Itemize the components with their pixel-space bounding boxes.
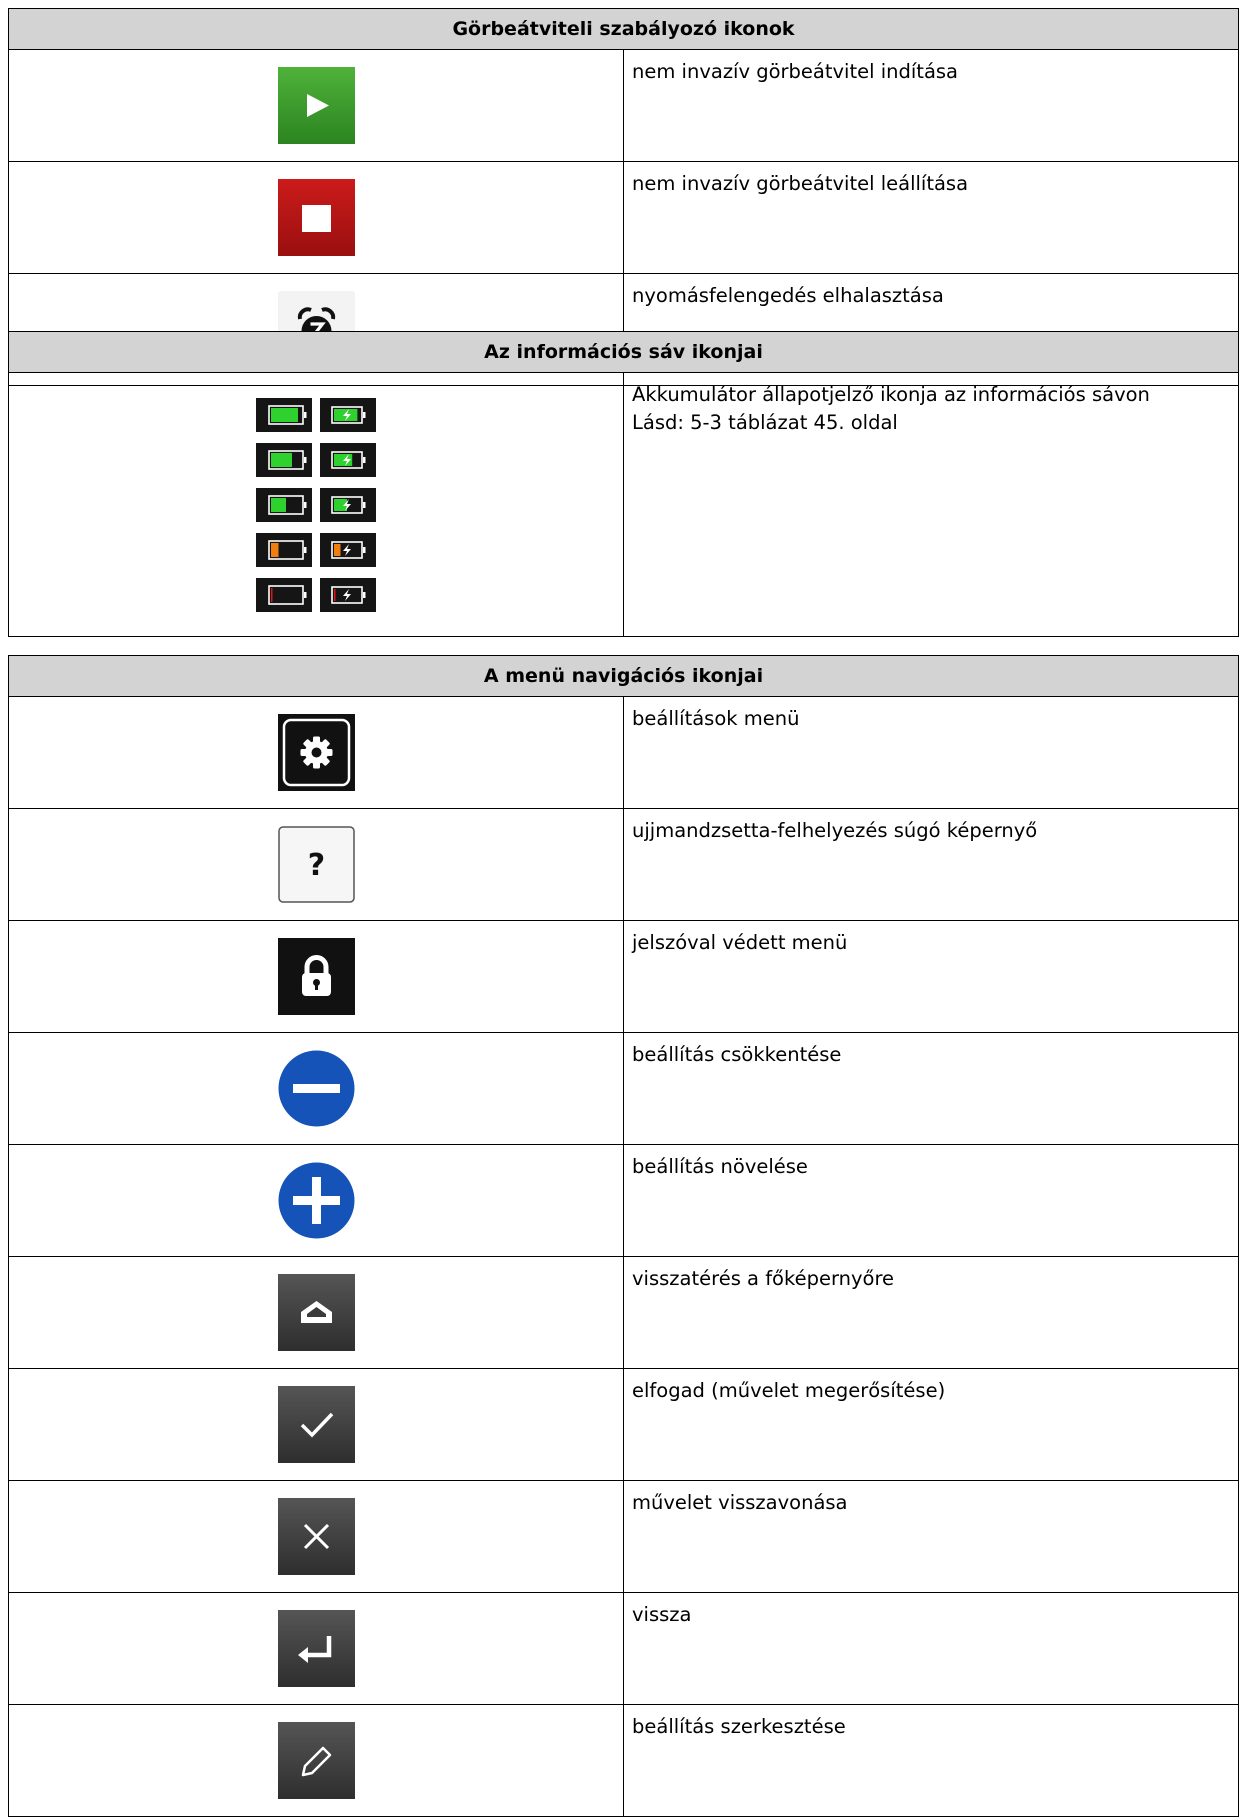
table-row: Akkumulátor állapotjelző ikonja az infor… <box>8 372 1239 637</box>
battery-charging-icon <box>320 397 376 432</box>
table-row: nem invazív görbeátvitel indítása <box>8 49 1239 162</box>
row-description: vissza <box>623 1592 1239 1705</box>
row-description: elfogad (művelet megerősítése) <box>623 1368 1239 1481</box>
section-info-bar-table: Az információs sáv ikonjai Akkumulátor á… <box>8 331 1239 637</box>
table-row: nem invazív görbeátvitel leállítása <box>8 161 1239 274</box>
plus-icon <box>278 1162 355 1239</box>
help-question-icon: ? <box>277 826 355 903</box>
table-row: elfogad (művelet megerősítése) <box>8 1368 1239 1481</box>
minus-icon <box>278 1050 355 1127</box>
row-description: beállítás növelése <box>623 1144 1239 1257</box>
row-description: nem invazív görbeátvitel indítása <box>623 49 1239 162</box>
row-description: beállítás csökkentése <box>623 1032 1239 1145</box>
section-header: A menü navigációs ikonjai <box>8 655 1239 697</box>
table-row: ? ujjmandzsetta-felhelyezés súgó képerny… <box>8 808 1239 921</box>
table-row: művelet visszavonása <box>8 1480 1239 1593</box>
lock-icon <box>277 938 355 1015</box>
home-icon <box>277 1274 355 1351</box>
return-arrow-icon <box>277 1610 355 1687</box>
table-row: beállítás szerkesztése <box>8 1704 1239 1817</box>
battery-charging-icon <box>320 442 376 477</box>
pencil-icon <box>277 1722 355 1799</box>
settings-gear-icon <box>277 714 355 791</box>
table-row: beállítás növelése <box>8 1144 1239 1257</box>
battery-charging-icon <box>320 487 376 522</box>
section-curve-control-table: Görbeátviteli szabályozó ikonok nem inva… <box>8 8 1239 386</box>
battery-icon <box>256 397 312 432</box>
close-icon <box>277 1498 355 1575</box>
section-header: Görbeátviteli szabályozó ikonok <box>8 8 1239 50</box>
table-row: beállítás csökkentése <box>8 1032 1239 1145</box>
row-description: beállítás szerkesztése <box>623 1704 1239 1817</box>
row-description: jelszóval védett menü <box>623 920 1239 1033</box>
row-description: Akkumulátor állapotjelző ikonja az infor… <box>623 372 1239 637</box>
stop-icon <box>277 179 355 256</box>
row-description: nem invazív görbeátvitel leállítása <box>623 161 1239 274</box>
table-row: jelszóval védett menü <box>8 920 1239 1033</box>
battery-description-line: Akkumulátor állapotjelző ikonja az infor… <box>632 383 1150 406</box>
play-icon <box>277 67 355 144</box>
battery-icon <box>256 577 312 612</box>
section-menu-navigation-table: A menü navigációs ikonjai beállítások me… <box>8 655 1239 1817</box>
row-description: visszatérés a főképernyőre <box>623 1256 1239 1369</box>
battery-charging-icon <box>320 532 376 567</box>
table-row: vissza <box>8 1592 1239 1705</box>
table-row: visszatérés a főképernyőre <box>8 1256 1239 1369</box>
check-icon <box>277 1386 355 1463</box>
row-description: beállítások menü <box>623 696 1239 809</box>
table-row: beállítások menü <box>8 696 1239 809</box>
row-description: ujjmandzsetta-felhelyezés súgó képernyő <box>623 808 1239 921</box>
section-header: Az információs sáv ikonjai <box>8 331 1239 373</box>
battery-reference-line: Lásd: 5-3 táblázat 45. oldal <box>632 411 898 434</box>
battery-icon <box>256 442 312 477</box>
battery-charging-icon <box>320 577 376 612</box>
row-description: művelet visszavonása <box>623 1480 1239 1593</box>
battery-icon <box>256 487 312 522</box>
battery-status-icons <box>256 397 376 612</box>
svg-text:?: ? <box>307 848 324 883</box>
battery-icon <box>256 532 312 567</box>
